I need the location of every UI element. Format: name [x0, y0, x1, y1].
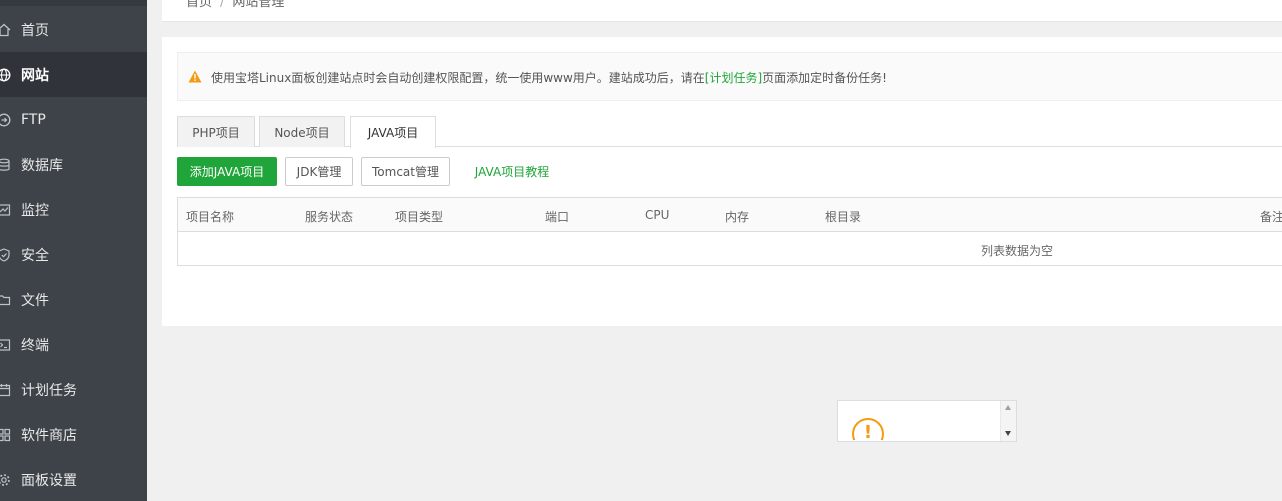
column-header[interactable]: 项目类型	[395, 208, 443, 225]
tab-php[interactable]: PHP项目	[177, 116, 255, 147]
folder-icon	[0, 293, 11, 307]
sidebar-item-cron[interactable]: 计划任务	[0, 367, 147, 412]
calendar-icon	[0, 383, 11, 397]
gear-icon	[0, 473, 11, 487]
notice-banner: 使用宝塔Linux面板创建站点时会自动创建权限配置，统一使用www用户。建站成功…	[177, 52, 1282, 101]
project-table: 项目名称 服务状态 项目类型 端口 CPU 内存 根目录 备注 列表数据为空	[177, 197, 1282, 266]
breadcrumb-bar: 首页 / 网站管理	[162, 0, 1282, 22]
column-header[interactable]: 端口	[545, 208, 569, 225]
column-header[interactable]: CPU	[645, 208, 669, 222]
empty-state-text: 列表数据为空	[981, 244, 1054, 258]
warning-icon	[188, 70, 202, 83]
project-tabs: PHP项目 Node项目 JAVA项目	[177, 116, 1282, 148]
alert-icon	[852, 418, 884, 440]
column-header[interactable]: 内存	[725, 208, 749, 225]
sidebar-item-label: 首页	[21, 22, 49, 39]
column-header[interactable]: 备注	[1260, 208, 1282, 225]
sidebar: 首页 网站 FTP 数据库 监控 安全 文件 终端 计划任务 软件商店 面板设置	[0, 0, 147, 501]
tab-node[interactable]: Node项目	[259, 116, 345, 147]
scroll-down-icon[interactable]	[1005, 431, 1011, 436]
sidebar-item-label: 计划任务	[21, 382, 77, 399]
column-header[interactable]: 根目录	[825, 208, 861, 225]
globe-icon	[0, 68, 11, 82]
cron-link[interactable]: [计划任务]	[705, 71, 762, 85]
sidebar-item-label: 数据库	[21, 157, 63, 174]
sidebar-item-label: 网站	[21, 67, 49, 84]
sidebar-item-label: FTP	[21, 111, 46, 128]
notice-text-after: 页面添加定时备份任务!	[762, 71, 887, 85]
sidebar-item-home[interactable]: 首页	[0, 7, 147, 52]
breadcrumb: 首页 / 网站管理	[186, 0, 284, 10]
sidebar-item-label: 面板设置	[21, 472, 77, 489]
notice-text: 使用宝塔Linux面板创建站点时会自动创建权限配置，统一使用www用户。建站成功…	[211, 69, 887, 86]
sidebar-item-database[interactable]: 数据库	[0, 142, 147, 187]
add-java-project-button[interactable]: 添加JAVA项目	[177, 157, 277, 186]
monitor-icon	[0, 203, 11, 217]
terminal-icon	[0, 338, 11, 352]
sidebar-top-bar	[0, 0, 147, 6]
shield-icon	[0, 247, 11, 262]
breadcrumb-separator: /	[220, 0, 225, 10]
main-panel: 使用宝塔Linux面板创建站点时会自动创建权限配置，统一使用www用户。建站成功…	[162, 37, 1282, 326]
java-tutorial-link[interactable]: JAVA项目教程	[467, 157, 557, 186]
sidebar-item-monitor[interactable]: 监控	[0, 187, 147, 232]
tomcat-manage-button[interactable]: Tomcat管理	[361, 157, 450, 186]
sidebar-item-label: 终端	[21, 337, 49, 354]
scroll-up-icon[interactable]	[1005, 405, 1011, 410]
breadcrumb-current: 网站管理	[232, 0, 285, 10]
sidebar-item-label: 安全	[21, 247, 49, 264]
column-header[interactable]: 项目名称	[186, 208, 234, 225]
breadcrumb-home[interactable]: 首页	[186, 0, 212, 10]
sidebar-item-website[interactable]: 网站	[0, 52, 147, 97]
grid-icon	[0, 428, 11, 442]
sidebar-item-label: 软件商店	[21, 427, 77, 444]
sidebar-item-settings[interactable]: 面板设置	[0, 457, 147, 501]
message-popup	[837, 400, 1017, 442]
sidebar-item-files[interactable]: 文件	[0, 277, 147, 322]
ftp-icon	[0, 113, 11, 127]
sidebar-item-store[interactable]: 软件商店	[0, 412, 147, 457]
sidebar-item-label: 文件	[21, 292, 49, 309]
tab-java[interactable]: JAVA项目	[350, 116, 436, 148]
notice-text-before: 使用宝塔Linux面板创建站点时会自动创建权限配置，统一使用www用户。建站成功…	[211, 71, 705, 85]
popup-scrollbar[interactable]	[1000, 401, 1016, 441]
column-header[interactable]: 服务状态	[305, 208, 353, 225]
sidebar-item-label: 监控	[21, 202, 49, 219]
database-icon	[0, 158, 11, 172]
table-header: 项目名称 服务状态 项目类型 端口 CPU 内存 根目录 备注	[178, 198, 1282, 232]
sidebar-item-terminal[interactable]: 终端	[0, 322, 147, 367]
jdk-manage-button[interactable]: JDK管理	[285, 157, 353, 186]
sidebar-item-security[interactable]: 安全	[0, 232, 147, 277]
sidebar-item-ftp[interactable]: FTP	[0, 97, 147, 142]
home-icon	[0, 23, 11, 37]
